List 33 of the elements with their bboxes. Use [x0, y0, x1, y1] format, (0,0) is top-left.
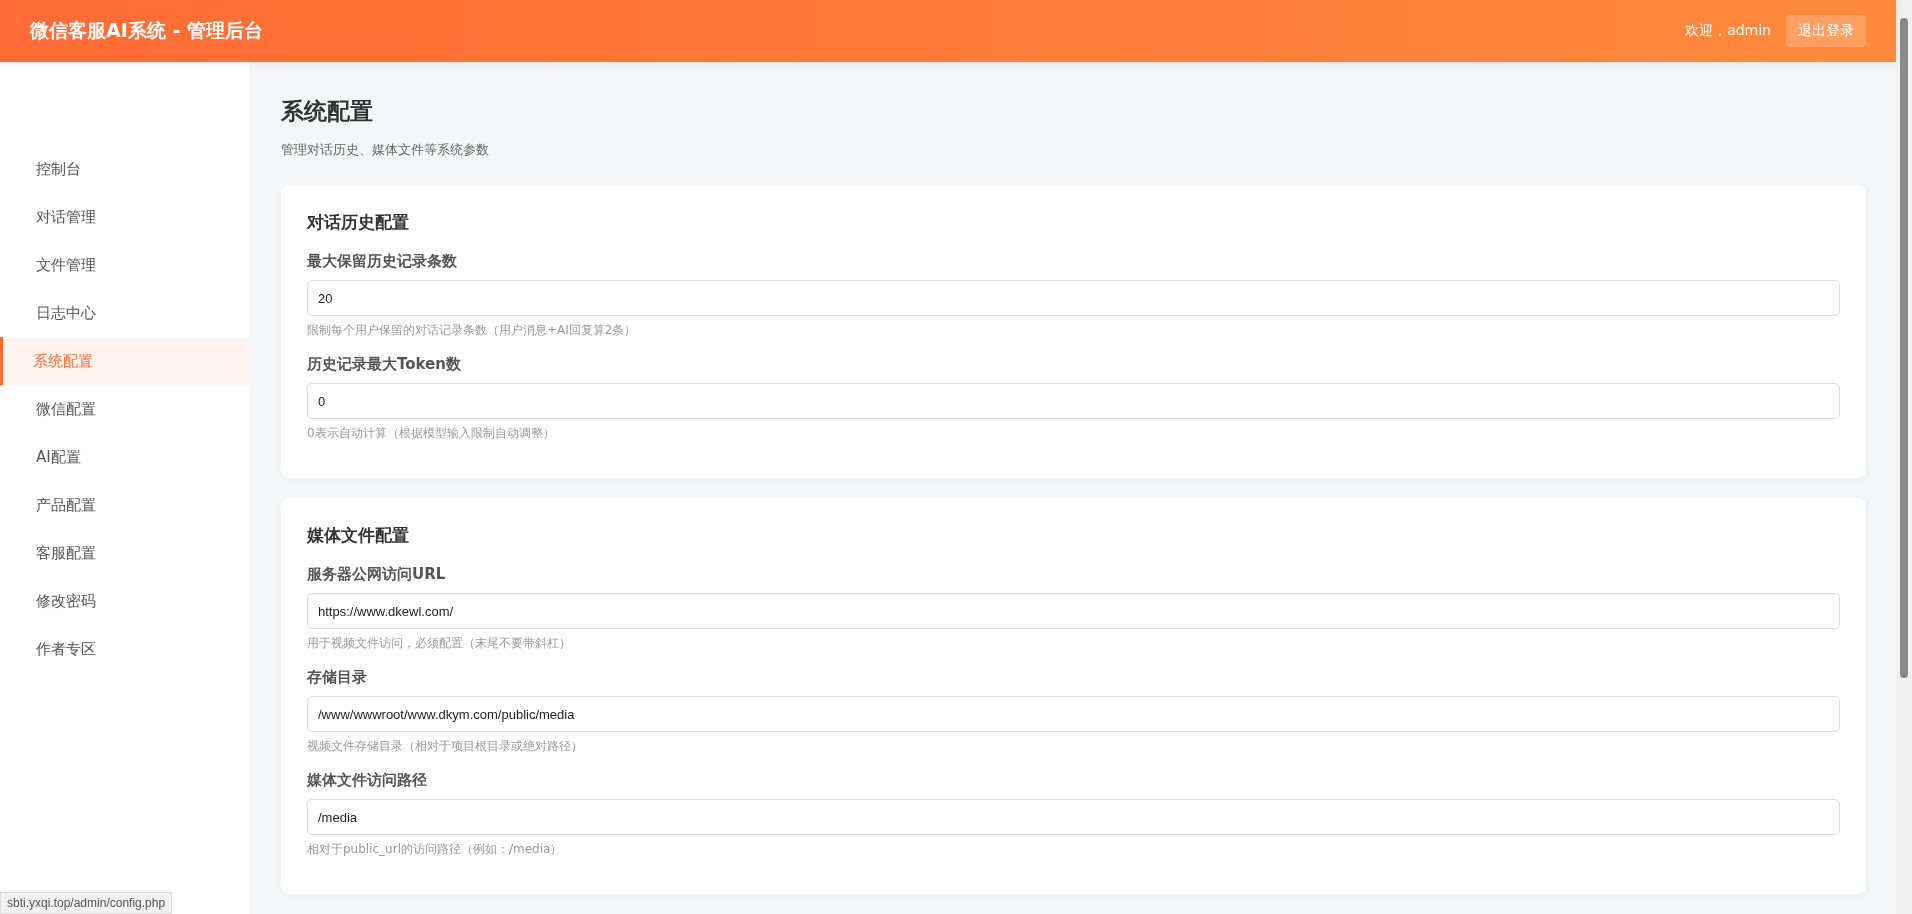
field-label: 存储目录: [307, 668, 368, 687]
sidebar-item[interactable]: 修改密码: [0, 577, 250, 625]
page-subtitle: 管理对话历史、媒体文件等系统参数: [281, 141, 490, 159]
field-hint: 视频文件存储目录（相对于项目根目录或绝对路径）: [307, 738, 584, 755]
field-hint: 相对于public_url的访问路径（例如：/media）: [307, 841, 564, 858]
section-title: 媒体文件配置: [307, 524, 410, 547]
field-label: 媒体文件访问路径: [307, 771, 428, 790]
input-field[interactable]: https://www.dkewl.com/: [307, 593, 1840, 629]
sidebar-item[interactable]: 对话管理: [0, 193, 250, 241]
input-field[interactable]: /www/wwwroot/www.dkym.com/public/media: [307, 696, 1840, 732]
field-hint: 0表示自动计算（根据模型输入限制自动调整）: [307, 425, 556, 442]
status-url: sbti.yxqi.top/admin/config.php: [0, 892, 173, 914]
sidebar-item[interactable]: 日志中心: [0, 289, 250, 337]
input-field[interactable]: 0: [307, 383, 1840, 419]
scrollbar[interactable]: [1896, 0, 1912, 914]
sidebar-item[interactable]: 微信配置: [0, 385, 250, 433]
input-field[interactable]: /media: [307, 799, 1840, 835]
field-label: 服务器公网访问URL: [307, 565, 447, 584]
section-title: 对话历史配置: [307, 211, 410, 234]
input-field[interactable]: 20: [307, 280, 1840, 316]
app-title: 微信客服AI系统 - 管理后台: [30, 18, 263, 43]
sidebar-item[interactable]: 控制台: [0, 145, 250, 193]
sidebar-item[interactable]: 文件管理: [0, 241, 250, 289]
field-hint: 限制每个用户保留的对话记录条数（用户消息+AI回复算2条）: [307, 322, 638, 339]
sidebar-item[interactable]: 客服配置: [0, 529, 250, 577]
field-hint: 用于视频文件访问，必须配置（末尾不要带斜杠）: [307, 635, 572, 652]
sidebar-item[interactable]: 作者专区: [0, 625, 250, 673]
sidebar-item[interactable]: 产品配置: [0, 481, 250, 529]
welcome-text: 欢迎，admin: [1685, 22, 1771, 40]
field-label: 历史记录最大Token数: [307, 355, 462, 374]
page-title: 系统配置: [281, 97, 374, 126]
sidebar-item[interactable]: AI配置: [0, 433, 250, 481]
field-label: 最大保留历史记录条数: [307, 252, 458, 271]
